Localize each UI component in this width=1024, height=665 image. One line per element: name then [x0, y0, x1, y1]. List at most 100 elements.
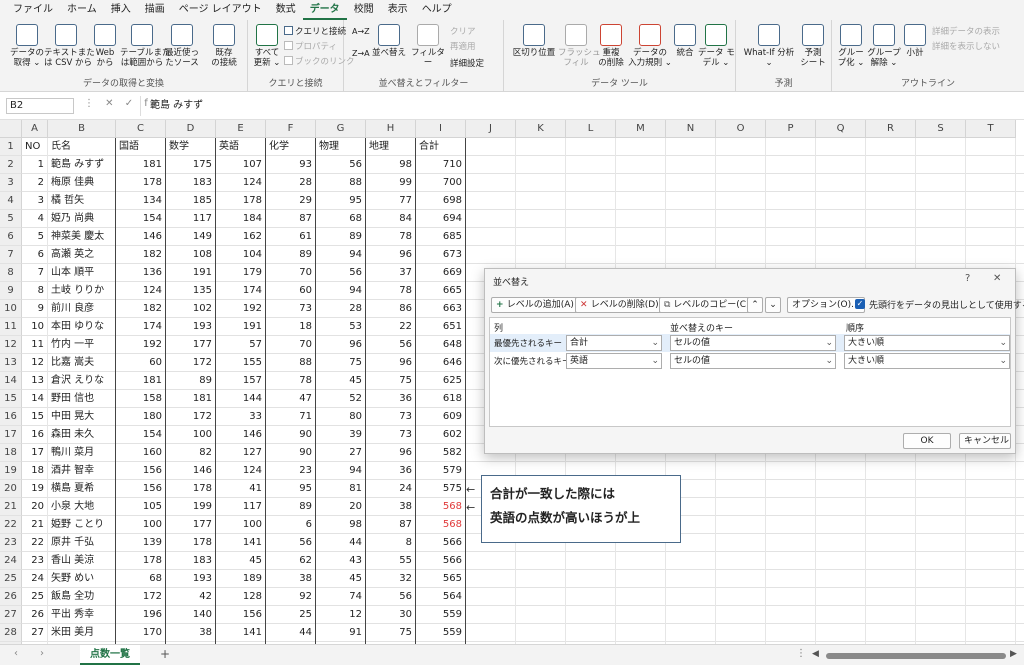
row-header[interactable]: 24: [0, 552, 22, 570]
data-cell[interactable]: 184: [216, 210, 266, 228]
data-cell[interactable]: 77: [366, 192, 416, 210]
data-cell[interactable]: 185: [166, 192, 216, 210]
empty-cell[interactable]: [666, 192, 716, 210]
row-header[interactable]: 6: [0, 228, 22, 246]
menu-tab[interactable]: 描画: [138, 0, 172, 20]
menu-tab[interactable]: ホーム: [60, 0, 104, 20]
column-header-a[interactable]: A: [22, 120, 48, 138]
row-header[interactable]: 21: [0, 498, 22, 516]
empty-cell[interactable]: [616, 624, 666, 642]
data-cell[interactable]: 94: [316, 462, 366, 480]
empty-cell[interactable]: [916, 552, 966, 570]
data-cell[interactable]: 180: [116, 408, 166, 426]
data-cell[interactable]: 森田 未久: [48, 426, 116, 444]
level-2-key-select[interactable]: セルの値 ⌄: [670, 353, 836, 369]
data-cell[interactable]: 108: [166, 246, 216, 264]
empty-cell[interactable]: [716, 624, 766, 642]
empty-cell[interactable]: [666, 624, 716, 642]
data-cell[interactable]: 55: [366, 552, 416, 570]
empty-cell[interactable]: [766, 606, 816, 624]
data-cell[interactable]: 橘 哲矢: [48, 192, 116, 210]
formula-input[interactable]: 範島 みすず: [150, 98, 203, 114]
data-cell[interactable]: 100: [116, 516, 166, 534]
empty-cell[interactable]: [466, 246, 516, 264]
queries-connections-button[interactable]: クエリと接続: [284, 26, 346, 38]
data-cell[interactable]: 192: [116, 336, 166, 354]
data-cell[interactable]: 73: [366, 408, 416, 426]
data-cell[interactable]: 24: [22, 570, 48, 588]
empty-cell[interactable]: [566, 210, 616, 228]
data-cell[interactable]: 193: [166, 318, 216, 336]
empty-cell[interactable]: [716, 156, 766, 174]
column-header-k[interactable]: K: [516, 120, 566, 138]
row-header[interactable]: 3: [0, 174, 22, 192]
empty-cell[interactable]: [566, 246, 616, 264]
empty-cell[interactable]: [966, 534, 1016, 552]
data-cell[interactable]: 小泉 大地: [48, 498, 116, 516]
data-cell[interactable]: 609: [416, 408, 466, 426]
empty-cell[interactable]: [916, 534, 966, 552]
data-cell[interactable]: 87: [366, 516, 416, 534]
data-cell[interactable]: 146: [166, 462, 216, 480]
empty-cell[interactable]: [916, 156, 966, 174]
empty-cell[interactable]: [466, 606, 516, 624]
data-cell[interactable]: 52: [316, 390, 366, 408]
data-cell[interactable]: 158: [116, 390, 166, 408]
data-cell[interactable]: 20: [22, 498, 48, 516]
clear-button[interactable]: クリア: [450, 26, 476, 38]
data-cell[interactable]: 700: [416, 174, 466, 192]
empty-cell[interactable]: [466, 552, 516, 570]
empty-cell[interactable]: [966, 516, 1016, 534]
data-cell[interactable]: 1: [22, 156, 48, 174]
data-cell[interactable]: 92: [266, 588, 316, 606]
data-cell[interactable]: 28: [266, 174, 316, 192]
empty-cell[interactable]: [716, 606, 766, 624]
data-cell[interactable]: 野田 信也: [48, 390, 116, 408]
empty-cell[interactable]: [616, 606, 666, 624]
data-cell[interactable]: 160: [116, 444, 166, 462]
data-cell[interactable]: 範島 みすず: [48, 156, 116, 174]
empty-cell[interactable]: [916, 246, 966, 264]
row-header[interactable]: 27: [0, 606, 22, 624]
data-cell[interactable]: 144: [216, 390, 266, 408]
data-cell[interactable]: 172: [116, 588, 166, 606]
header-cell[interactable]: 合計: [416, 138, 466, 156]
empty-cell[interactable]: [966, 138, 1016, 156]
empty-cell[interactable]: [566, 192, 616, 210]
empty-cell[interactable]: [766, 246, 816, 264]
empty-cell[interactable]: [816, 624, 866, 642]
empty-cell[interactable]: [916, 228, 966, 246]
data-cell[interactable]: 191: [216, 318, 266, 336]
empty-cell[interactable]: [716, 210, 766, 228]
data-cell[interactable]: 117: [216, 498, 266, 516]
data-cell[interactable]: 56: [316, 264, 366, 282]
empty-cell[interactable]: [816, 462, 866, 480]
data-cell[interactable]: 154: [116, 210, 166, 228]
empty-cell[interactable]: [716, 462, 766, 480]
empty-cell[interactable]: [716, 516, 766, 534]
empty-cell[interactable]: [966, 246, 1016, 264]
column-header-f[interactable]: F: [266, 120, 316, 138]
data-cell[interactable]: 625: [416, 372, 466, 390]
scroll-left-icon[interactable]: ◀: [812, 649, 819, 659]
data-cell[interactable]: 22: [22, 534, 48, 552]
data-cell[interactable]: 135: [166, 282, 216, 300]
empty-cell[interactable]: [616, 192, 666, 210]
data-cell[interactable]: 11: [22, 336, 48, 354]
data-cell[interactable]: 26: [22, 606, 48, 624]
data-cell[interactable]: 673: [416, 246, 466, 264]
header-cell[interactable]: 化学: [266, 138, 316, 156]
data-cell[interactable]: 98: [316, 516, 366, 534]
web-button[interactable]: Web から: [90, 24, 120, 68]
data-cell[interactable]: 98: [366, 156, 416, 174]
data-cell[interactable]: 横島 夏希: [48, 480, 116, 498]
empty-cell[interactable]: [816, 606, 866, 624]
data-cell[interactable]: 139: [116, 534, 166, 552]
empty-cell[interactable]: [466, 174, 516, 192]
data-cell[interactable]: 8: [366, 534, 416, 552]
data-cell[interactable]: 651: [416, 318, 466, 336]
empty-cell[interactable]: [816, 570, 866, 588]
data-cell[interactable]: 姫乃 尚典: [48, 210, 116, 228]
row-header[interactable]: 19: [0, 462, 22, 480]
column-header-r[interactable]: R: [866, 120, 916, 138]
